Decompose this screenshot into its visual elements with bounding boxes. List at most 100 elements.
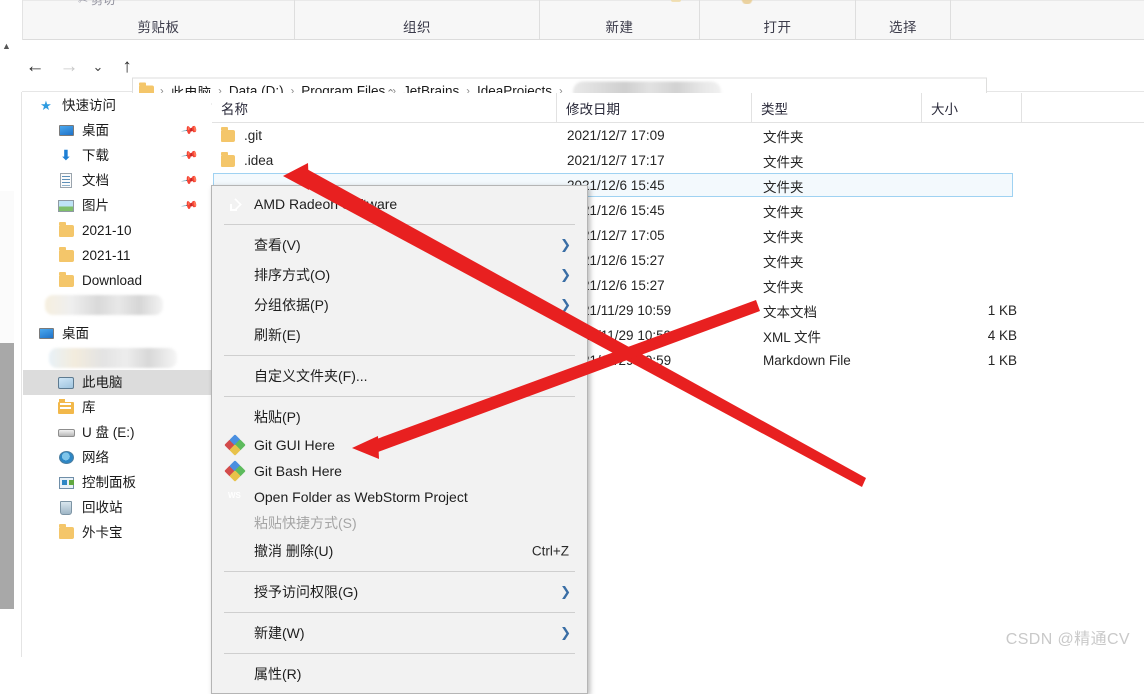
folder-icon <box>221 127 235 142</box>
sidebar-item-redacted-2[interactable] <box>49 348 177 368</box>
menu-item-git-gui-here[interactable]: Git GUI Here <box>212 432 587 458</box>
file-name-label: .git <box>244 128 263 143</box>
vertical-scrollbar-track[interactable] <box>0 191 14 609</box>
folder-icon <box>57 524 75 541</box>
library-icon <box>57 398 75 416</box>
pane-divider <box>21 92 22 657</box>
chevron-right-icon: ❯ <box>560 267 571 282</box>
sidebar-item-label: 快速访问 <box>62 97 116 113</box>
menu-item-refresh[interactable]: 刷新(E) <box>212 320 587 350</box>
sidebar-item-downloads[interactable]: ⬇ 下载 📌 <box>23 143 211 168</box>
menu-item-group-by[interactable]: 分组依据(P) ❯ <box>212 290 587 320</box>
watermark: CSDN @精通CV <box>1005 631 1130 648</box>
file-type-cell: 文件夹 <box>763 279 804 295</box>
folder-icon <box>57 222 75 239</box>
monitor-icon <box>57 123 75 139</box>
menu-item-give-access-to[interactable]: 授予访问权限(G) ❯ <box>212 577 587 607</box>
sidebar-item-2021-11[interactable]: 2021-11 <box>23 243 211 268</box>
menu-item-git-bash-here[interactable]: Git Bash Here <box>212 458 587 484</box>
menu-item-label: 查看(V) <box>254 237 301 253</box>
ribbon-group-organize[interactable]: 组织 <box>295 0 540 39</box>
menu-item-label: AMD Radeon Software <box>254 196 398 212</box>
file-type-cell: 文件夹 <box>763 179 804 195</box>
menu-item-label: Git GUI Here <box>254 437 335 453</box>
menu-item-sort-by[interactable]: 排序方式(O) ❯ <box>212 260 587 290</box>
pin-icon[interactable]: 📌 <box>181 146 200 165</box>
git-icon <box>224 460 246 482</box>
ribbon-group-clipboard[interactable]: ✂ 剪切 剪贴板 <box>23 0 295 39</box>
table-row[interactable]: .git 2021/12/7 17:09 文件夹 <box>212 123 1144 148</box>
menu-item-new[interactable]: 新建(W) ❯ <box>212 618 587 648</box>
column-header-name[interactable]: 名称 ⌃ <box>212 88 557 122</box>
pin-icon[interactable]: 📌 <box>181 196 200 215</box>
sidebar-item-2021-10[interactable]: 2021-10 <box>23 218 211 243</box>
sidebar-item-network[interactable]: 网络 <box>23 445 211 470</box>
file-type-cell: 文件夹 <box>763 229 804 245</box>
file-name-cell[interactable]: .idea <box>221 148 273 173</box>
menu-item-label: 撤消 删除(U) <box>254 543 334 559</box>
menu-item-customize-folder[interactable]: 自定义文件夹(F)... <box>212 361 587 391</box>
menu-separator <box>224 653 575 654</box>
pin-icon[interactable]: 📌 <box>181 121 200 140</box>
sidebar-item-label: 桌面 <box>62 325 89 341</box>
sidebar-item-recycle-bin[interactable]: 回收站 <box>23 495 211 520</box>
menu-item-amd-radeon-software[interactable]: AMD Radeon Software <box>212 189 587 219</box>
column-header-type[interactable]: 类型 <box>752 93 922 122</box>
collapse-caret-icon[interactable]: ▲ <box>2 41 11 51</box>
column-header-date-modified[interactable]: 修改日期 <box>557 93 752 122</box>
recent-locations-button[interactable]: ⌄ <box>86 49 110 83</box>
file-type-cell: XML 文件 <box>763 329 822 345</box>
menu-item-label: 自定义文件夹(F)... <box>254 368 368 384</box>
folder-icon <box>57 272 75 289</box>
file-type-cell: 文件夹 <box>763 254 804 270</box>
menu-item-properties[interactable]: 属性(R) <box>212 659 587 689</box>
file-name-cell[interactable]: .git <box>221 123 262 148</box>
menu-item-label: Open Folder as WebStorm Project <box>254 489 468 505</box>
column-header-size[interactable]: 大小 <box>922 93 1022 122</box>
menu-separator <box>224 571 575 572</box>
back-button[interactable]: ← <box>18 49 52 83</box>
sidebar-item-this-pc[interactable]: 此电脑 <box>23 370 211 395</box>
pin-icon[interactable]: 📌 <box>181 171 200 190</box>
file-date-cell: 2021/12/7 17:17 <box>567 153 665 168</box>
ribbon-group-new[interactable]: 新建 <box>540 0 700 39</box>
file-size-cell <box>922 273 1017 298</box>
sidebar-item-documents[interactable]: 文档 📌 <box>23 168 211 193</box>
sidebar-item-control-panel[interactable]: 控制面板 <box>23 470 211 495</box>
sidebar-item-desktop-tree[interactable]: 桌面 <box>23 321 211 346</box>
menu-item-label: 属性(R) <box>254 666 302 682</box>
menu-separator <box>224 396 575 397</box>
file-date-cell: 2021/12/7 17:09 <box>567 128 665 143</box>
sidebar-item-quick-access[interactable]: ★ 快速访问 <box>23 93 211 118</box>
menu-item-paste[interactable]: 粘贴(P) <box>212 402 587 432</box>
sidebar-item-libraries[interactable]: 库 <box>23 395 211 420</box>
sidebar-item-waikabao[interactable]: 外卡宝 <box>23 520 211 545</box>
menu-item-undo-delete[interactable]: 撤消 删除(U) Ctrl+Z <box>212 536 587 566</box>
sidebar-item-label: 桌面 <box>82 122 109 138</box>
ribbon-group-label: 剪贴板 <box>137 20 180 35</box>
forward-button[interactable]: → <box>52 49 86 83</box>
menu-item-view[interactable]: 查看(V) ❯ <box>212 230 587 260</box>
window-left-strip: ▲ <box>0 41 22 657</box>
menu-item-open-folder-as-webstorm-project[interactable]: Open Folder as WebStorm Project <box>212 484 587 510</box>
sidebar-item-pictures[interactable]: 图片 📌 <box>23 193 211 218</box>
menu-separator <box>224 224 575 225</box>
pc-icon <box>57 375 75 391</box>
cut-button-ghost[interactable]: ✂ 剪切 <box>78 0 115 8</box>
vertical-scrollbar-thumb[interactable] <box>0 343 14 609</box>
sidebar-item-download[interactable]: Download <box>23 268 211 293</box>
file-type-cell: 文件夹 <box>763 154 804 170</box>
usb-icon <box>57 425 75 441</box>
chevron-right-icon: ❯ <box>560 297 571 312</box>
table-row[interactable]: .idea 2021/12/7 17:17 文件夹 <box>212 148 1144 173</box>
sidebar-item-redacted-1[interactable] <box>45 295 163 315</box>
sort-caret-icon: ⌃ <box>386 88 396 100</box>
ribbon-group-open[interactable]: 打开 <box>700 0 856 39</box>
ribbon-group-select[interactable]: 选择 <box>856 0 951 39</box>
sidebar-item-usb-drive[interactable]: U 盘 (E:) <box>23 420 211 445</box>
ribbon-left-edge <box>0 0 23 40</box>
ribbon-group-empty <box>951 0 1144 39</box>
column-header-label: 修改日期 <box>566 101 620 117</box>
star-icon: ★ <box>40 97 52 113</box>
sidebar-item-desktop[interactable]: 桌面 📌 <box>23 118 211 143</box>
